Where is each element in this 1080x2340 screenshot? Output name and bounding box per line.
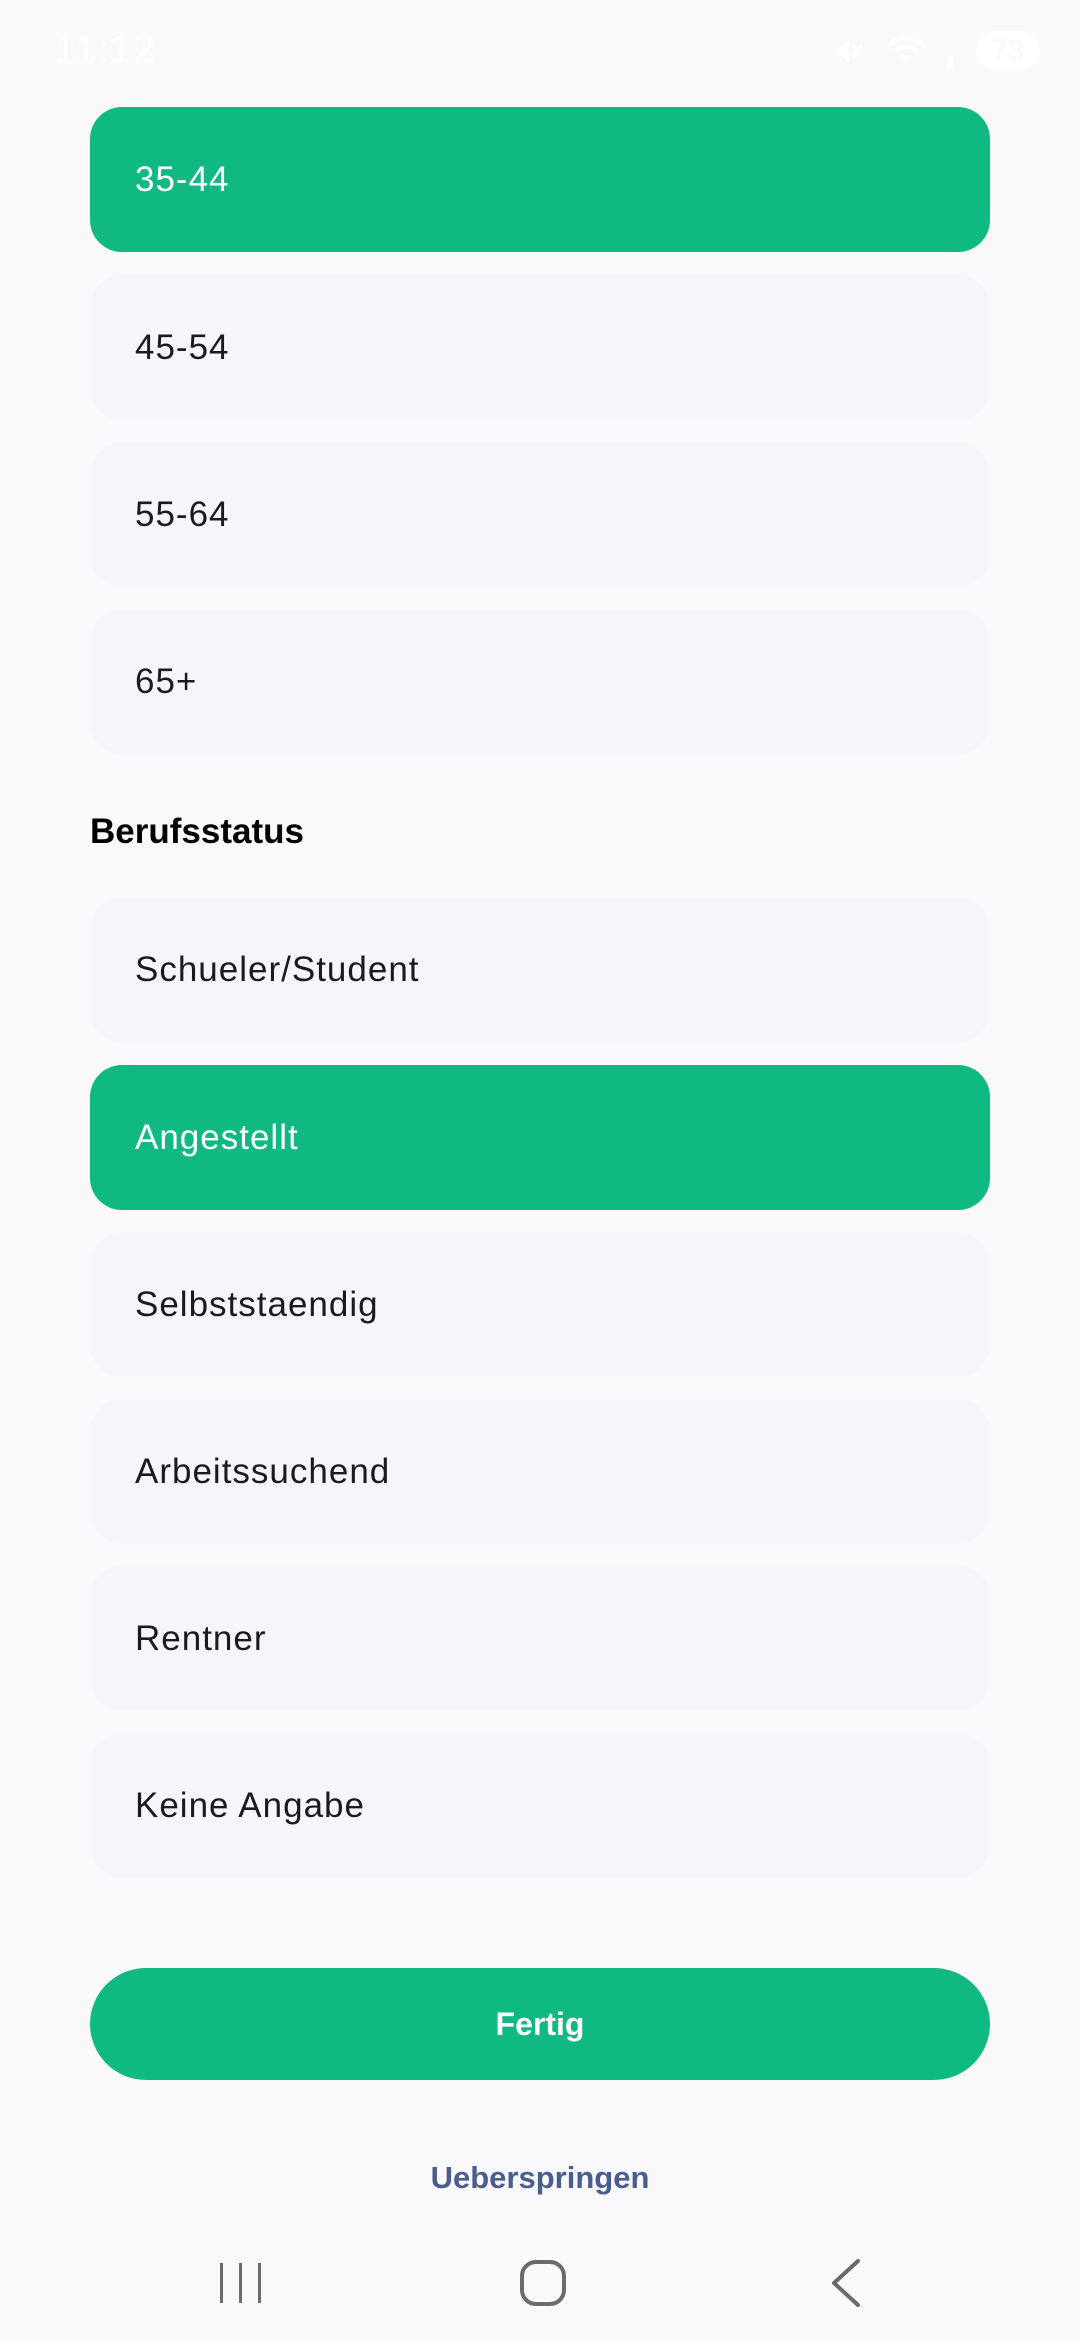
occupation-option-student[interactable]: Schueler/Student (90, 897, 990, 1042)
option-label: Rentner (135, 1618, 267, 1658)
option-label: Arbeitssuchend (135, 1451, 391, 1491)
done-button[interactable]: Fertig (90, 1968, 990, 2080)
status-time: 11:12 (54, 28, 157, 72)
age-option-65-plus[interactable]: 65+ (90, 609, 990, 754)
age-option-55-64[interactable]: 55-64 (90, 442, 990, 587)
option-label: Keine Angabe (135, 1785, 365, 1825)
back-icon (828, 2258, 864, 2313)
status-icons: 73 (832, 28, 1040, 74)
battery-icon: 73 (976, 31, 1040, 71)
skip-link[interactable]: Ueberspringen (0, 2160, 1080, 2196)
option-label: 35-44 (135, 159, 230, 199)
signal-icon (946, 34, 956, 68)
mute-icon (832, 34, 866, 68)
occupation-option-no-answer[interactable]: Keine Angabe (90, 1733, 990, 1878)
occupation-option-job-seeking[interactable]: Arbeitssuchend (90, 1399, 990, 1544)
back-button[interactable] (806, 2250, 886, 2320)
option-label: 65+ (135, 661, 198, 701)
status-bar: 11:12 73 (0, 0, 1080, 100)
option-label: Angestellt (135, 1117, 299, 1157)
age-option-35-44[interactable]: 35-44 (90, 107, 990, 252)
option-label: Schueler/Student (135, 949, 420, 989)
recent-apps-icon (218, 2261, 264, 2310)
occupation-option-employed[interactable]: Angestellt (90, 1065, 990, 1210)
option-label: Selbststaendig (135, 1284, 379, 1324)
screen: 11:12 73 35-44 45-54 55-64 65+ Berufssta… (0, 0, 1080, 2340)
occupation-option-self-employed[interactable]: Selbststaendig (90, 1232, 990, 1377)
option-label: 45-54 (135, 327, 230, 367)
home-icon (519, 2259, 567, 2312)
wifi-icon (886, 34, 926, 68)
age-option-45-54[interactable]: 45-54 (90, 275, 990, 420)
home-button[interactable] (503, 2250, 583, 2320)
section-title-occupation: Berufsstatus (90, 812, 304, 851)
option-label: 55-64 (135, 494, 230, 534)
occupation-option-retired[interactable]: Rentner (90, 1566, 990, 1711)
recent-apps-button[interactable] (201, 2250, 281, 2320)
navigation-bar (0, 2230, 1080, 2340)
